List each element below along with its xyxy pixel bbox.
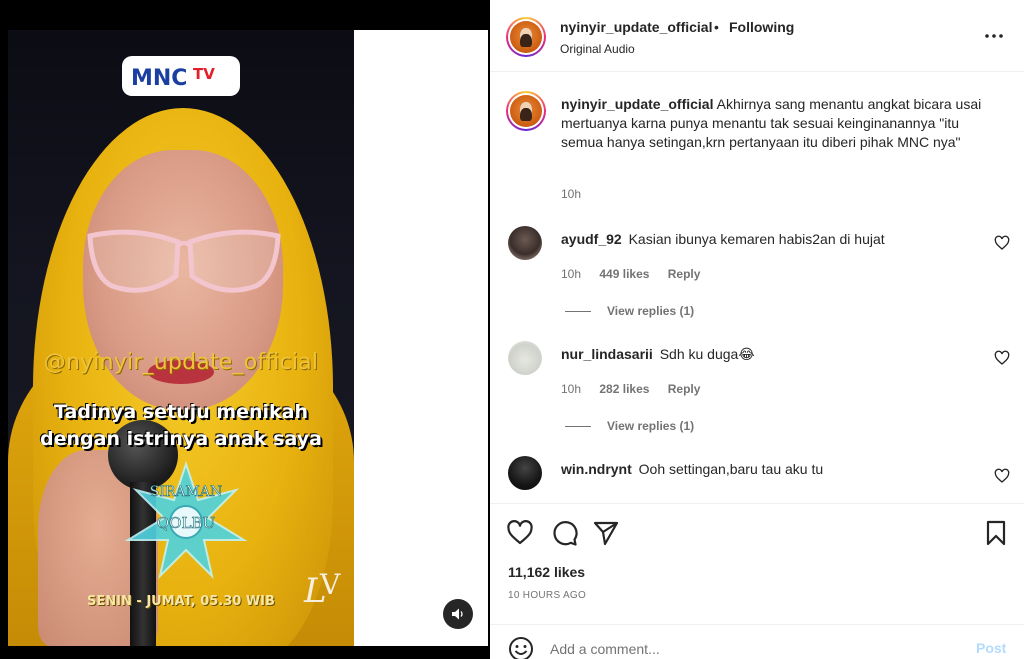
comment-item: ayudf_92 Kasian ibunya kemaren habis2an … [490,226,1024,336]
svg-text:SIRAMAN: SIRAMAN [150,484,222,500]
audio-toggle-button[interactable] [443,599,473,629]
reply-button[interactable]: Reply [668,382,701,396]
comment-time: 10h [561,382,582,396]
video-overlay-handle: @nyinyir_update_official [43,350,319,375]
share-send-icon[interactable] [592,519,620,547]
show-logo: SIRAMAN QOLBU [124,460,248,580]
heart-icon[interactable] [994,235,1010,251]
view-replies-button[interactable]: View replies (1) [565,419,694,433]
comment-content: nur_lindasarii Sdh ku duga😂 [561,346,755,363]
caption-timestamp: 10h [561,187,582,201]
heart-icon[interactable] [994,468,1010,484]
svg-text:V: V [319,568,341,601]
comment-time: 10h [561,267,582,281]
svg-text:MNC: MNC [131,66,187,89]
comment-content: ayudf_92 Kasian ibunya kemaren habis2an … [561,231,885,247]
likes-count[interactable]: 11,162 likes [508,564,585,580]
heart-icon[interactable] [994,350,1010,366]
comment-input[interactable] [550,637,950,659]
comment-likes[interactable]: 449 likes [599,267,649,281]
comment-bubble-icon[interactable] [550,519,578,547]
comment-username[interactable]: nur_lindasarii [561,346,653,362]
comment-meta: 10h 282 likes Reply [561,382,715,396]
like-heart-icon[interactable] [506,519,534,547]
emoji-icon[interactable] [508,636,534,659]
more-dots-icon [985,34,1003,38]
action-bar: 11,162 likes 10 HOURS AGO [490,503,1024,621]
commenter-avatar[interactable] [508,341,542,375]
post-comment-button[interactable]: Post [976,640,1006,656]
save-bookmark-icon[interactable] [982,519,1010,547]
following-button[interactable]: Following [729,19,794,35]
video-frame-monogram: L V [303,568,341,611]
comment-text: Sdh ku duga😂 [659,346,755,362]
post-header: nyinyir_update_official • Following Orig… [490,0,1024,72]
caption-username[interactable]: nyinyir_update_official [561,96,713,112]
comments-list[interactable]: nyinyir_update_official Akhirnya sang me… [490,73,1024,503]
comment-text: Ooh settingan,baru tau aku tu [638,461,824,477]
video-overlay-caption-line1: Tadinya setuju menikah [54,401,308,423]
comment-composer: Post [490,624,1024,659]
svg-text:QOLBU: QOLBU [157,514,215,532]
comment-content: win.ndrynt Ooh settingan,baru tau aku tu [561,461,823,477]
post-timestamp: 10 HOURS AGO [508,590,587,601]
channel-logo: MNC TV [122,56,240,96]
comment-meta: 10h 449 likes Reply [561,267,715,281]
post-caption: nyinyir_update_official Akhirnya sang me… [561,95,1001,152]
audio-label[interactable]: Original Audio [560,42,635,56]
svg-text:TV: TV [193,65,215,83]
author-avatar[interactable] [506,17,546,57]
caption-author-avatar[interactable] [506,91,546,131]
comment-text: Kasian ibunya kemaren habis2an di hujat [628,231,885,247]
comment-username[interactable]: ayudf_92 [561,231,622,247]
post-panel: nyinyir_update_official • Following Orig… [490,0,1024,659]
commenter-avatar[interactable] [508,456,542,490]
speaker-icon [452,608,463,620]
commenter-avatar[interactable] [508,226,542,260]
comment-item: nur_lindasarii Sdh ku duga😂 10h 282 like… [490,341,1024,451]
header-separator: • [714,19,719,35]
more-options-button[interactable] [982,26,1006,46]
video-player[interactable]: MNC TV @nyinyir_update_official Tadinya … [8,30,354,646]
comment-username[interactable]: win.ndrynt [561,461,632,477]
view-replies-button[interactable]: View replies (1) [565,304,694,318]
comment-item: win.ndrynt Ooh settingan,baru tau aku tu [490,456,1024,503]
video-frame-glasses [87,229,281,293]
media-pane: MNC TV @nyinyir_update_official Tadinya … [0,0,490,659]
video-overlay-caption-line2: dengan istrinya anak saya [40,428,322,450]
author-username[interactable]: nyinyir_update_official [560,19,712,35]
reply-button[interactable]: Reply [668,267,701,281]
comment-likes[interactable]: 282 likes [599,382,649,396]
